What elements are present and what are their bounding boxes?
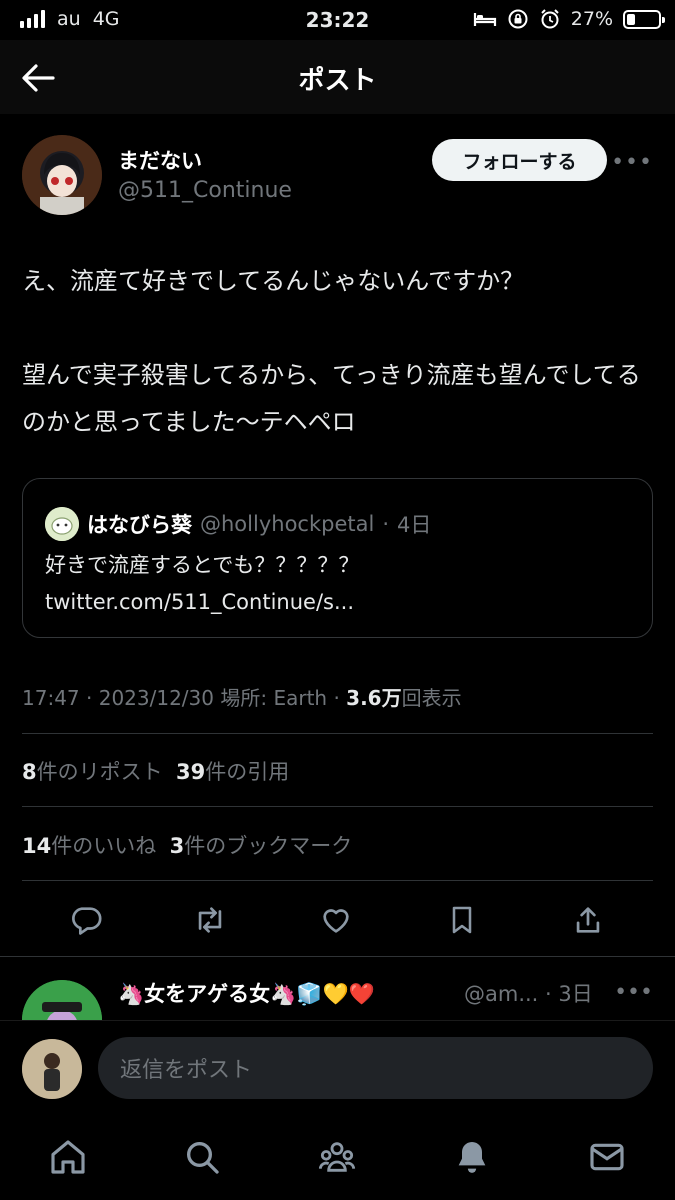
tab-messages[interactable] (585, 1135, 629, 1179)
reply-meta: @am... · 3日 (464, 978, 593, 1008)
quoted-post[interactable]: はなびら葵 @hollyhockpetal · 4日 好きで流産するとでも？？？… (22, 478, 653, 638)
reposts-label: 件のリポスト (36, 760, 163, 784)
post-location: 場所: Earth (220, 686, 328, 710)
divider (0, 956, 675, 957)
quoted-author-name: はなびら葵 (87, 513, 192, 537)
reply-more-icon[interactable]: ••• (614, 980, 653, 1005)
tab-search[interactable] (180, 1135, 224, 1179)
reply-button[interactable] (66, 900, 106, 940)
divider (22, 733, 653, 734)
bookmarks-label: 件のブックマーク (184, 834, 353, 858)
reply-separator: · (545, 982, 552, 1006)
rotation-lock-icon (508, 9, 528, 29)
quoted-post-header: はなびら葵 @hollyhockpetal · 4日 (45, 507, 431, 541)
quotes-count: 39 (175, 760, 206, 784)
bookmarks-stat[interactable]: 3件のブックマーク (170, 834, 353, 858)
likes-stat[interactable]: 14件のいいね (22, 834, 156, 858)
battery-percent: 27% (570, 8, 613, 30)
views-label: 回表示 (401, 686, 462, 710)
messages-icon (590, 1143, 624, 1171)
likes-count: 14 (22, 834, 52, 858)
author-avatar[interactable] (22, 135, 102, 215)
quoted-text: 好きで流産するとでも？？？？？ twitter.com/511_Continue… (45, 553, 360, 614)
quoted-age: 4日 (397, 513, 432, 537)
repost-icon (198, 907, 222, 933)
like-button[interactable] (316, 900, 356, 940)
bookmark-button[interactable] (442, 900, 482, 940)
follow-button[interactable]: フォローする (432, 139, 607, 181)
reposts-count: 8 (22, 760, 37, 784)
tab-bar (0, 1115, 675, 1200)
reposts-stat[interactable]: 8件のリポスト (22, 760, 163, 784)
share-icon (576, 907, 600, 933)
reply-compose-bar: 返信をポスト (0, 1020, 675, 1115)
tab-communities[interactable] (315, 1135, 359, 1179)
divider (22, 880, 653, 881)
home-icon (51, 1140, 85, 1174)
search-icon (187, 1142, 219, 1174)
quoted-separator: · (382, 512, 389, 536)
post-text: え、流産て好きでしてるんじゃないんですか？ 望んで実子殺害してるから、てっきり流… (22, 267, 641, 436)
current-user-avatar[interactable] (22, 1039, 82, 1099)
reply-icon (72, 907, 102, 935)
post-meta: 17:47 · 2023/12/30 場所: Earth · 3.6万回表示 (22, 686, 462, 710)
page-title: ポスト (298, 66, 377, 96)
battery-level (627, 13, 636, 25)
like-stats-row: 14件のいいね 3件のブックマーク (22, 830, 352, 860)
header: ポスト (0, 40, 675, 114)
reply-author-handle: @am... (464, 982, 539, 1006)
likes-label: 件のいいね (51, 834, 157, 858)
bookmark-icon (452, 906, 472, 934)
share-button[interactable] (568, 900, 608, 940)
like-icon (323, 909, 349, 933)
reply-post[interactable]: 🦄女をアゲる女🦄🧊💛❤️ @am... · 3日 ••• (0, 958, 675, 1020)
author-handle[interactable]: @511_Continue (118, 178, 292, 203)
reply-avatar-image (22, 980, 102, 1020)
bed-icon (473, 13, 496, 26)
tab-notifications[interactable] (450, 1135, 494, 1179)
reply-input[interactable]: 返信をポスト (98, 1037, 653, 1099)
quoted-author-handle: @hollyhockpetal (200, 512, 375, 536)
views-count[interactable]: 3.6万 (346, 686, 401, 710)
quotes-label: 件の引用 (205, 760, 290, 784)
divider (22, 806, 653, 807)
post-actions (0, 892, 675, 948)
reply-avatar[interactable] (22, 980, 102, 1020)
current-user-avatar-image (22, 1039, 82, 1099)
author-avatar-image (22, 135, 102, 215)
reply-author-name: 🦄女をアゲる女🦄🧊💛❤️ (118, 982, 375, 1006)
reply-age: 3日 (558, 982, 593, 1006)
battery-icon (623, 9, 665, 29)
repost-button[interactable] (190, 900, 230, 940)
post-date: 2023/12/30 (98, 686, 214, 710)
alarm-icon (541, 9, 559, 29)
author-name[interactable]: まだない (118, 145, 202, 175)
quoted-avatar-image (45, 507, 79, 541)
repost-stats-row: 8件のリポスト 39件の引用 (22, 756, 289, 786)
bookmarks-count: 3 (169, 834, 185, 858)
more-icon[interactable]: ••• (611, 150, 653, 175)
notifications-icon (458, 1142, 486, 1173)
status-bar: au 4G 23:22 27% (0, 0, 675, 40)
quotes-stat[interactable]: 39件の引用 (176, 760, 289, 784)
tab-home[interactable] (46, 1135, 90, 1179)
status-right: 27% (473, 8, 665, 30)
post-time: 17:47 (22, 686, 80, 710)
communities-icon (318, 1142, 356, 1172)
quoted-author-avatar (45, 507, 79, 541)
